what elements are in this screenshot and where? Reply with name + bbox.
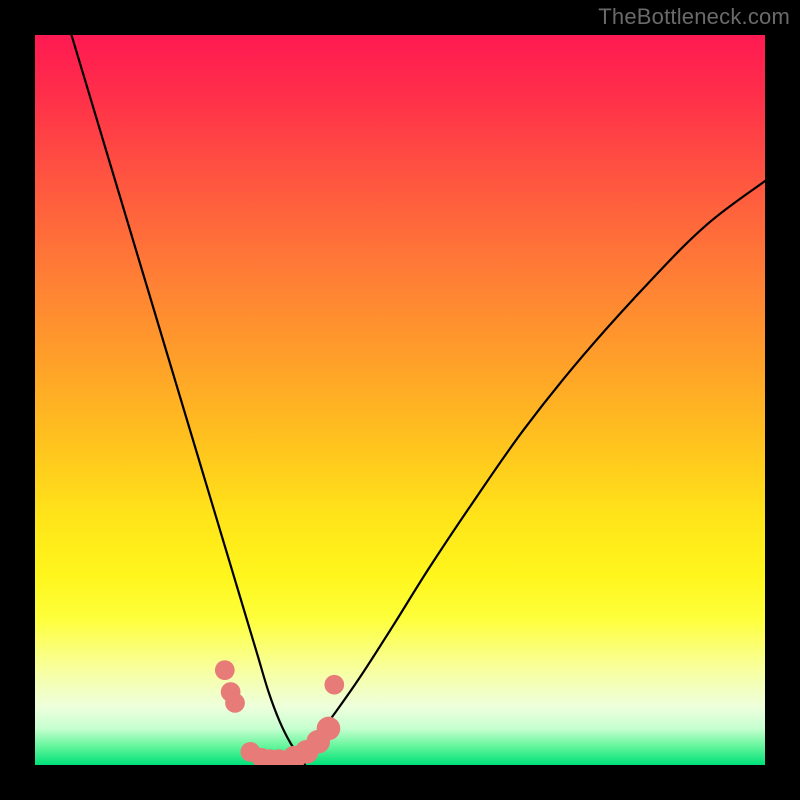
chart-svg [35, 35, 765, 765]
data-marker [225, 693, 245, 713]
data-marker [324, 675, 344, 695]
left-curve [72, 35, 306, 765]
plot-area [35, 35, 765, 765]
right-curve [291, 181, 766, 765]
chart-frame: TheBottleneck.com [0, 0, 800, 800]
marker-group [215, 660, 344, 765]
watermark-text: TheBottleneck.com [598, 4, 790, 30]
data-marker [215, 660, 235, 680]
data-marker [317, 717, 341, 741]
